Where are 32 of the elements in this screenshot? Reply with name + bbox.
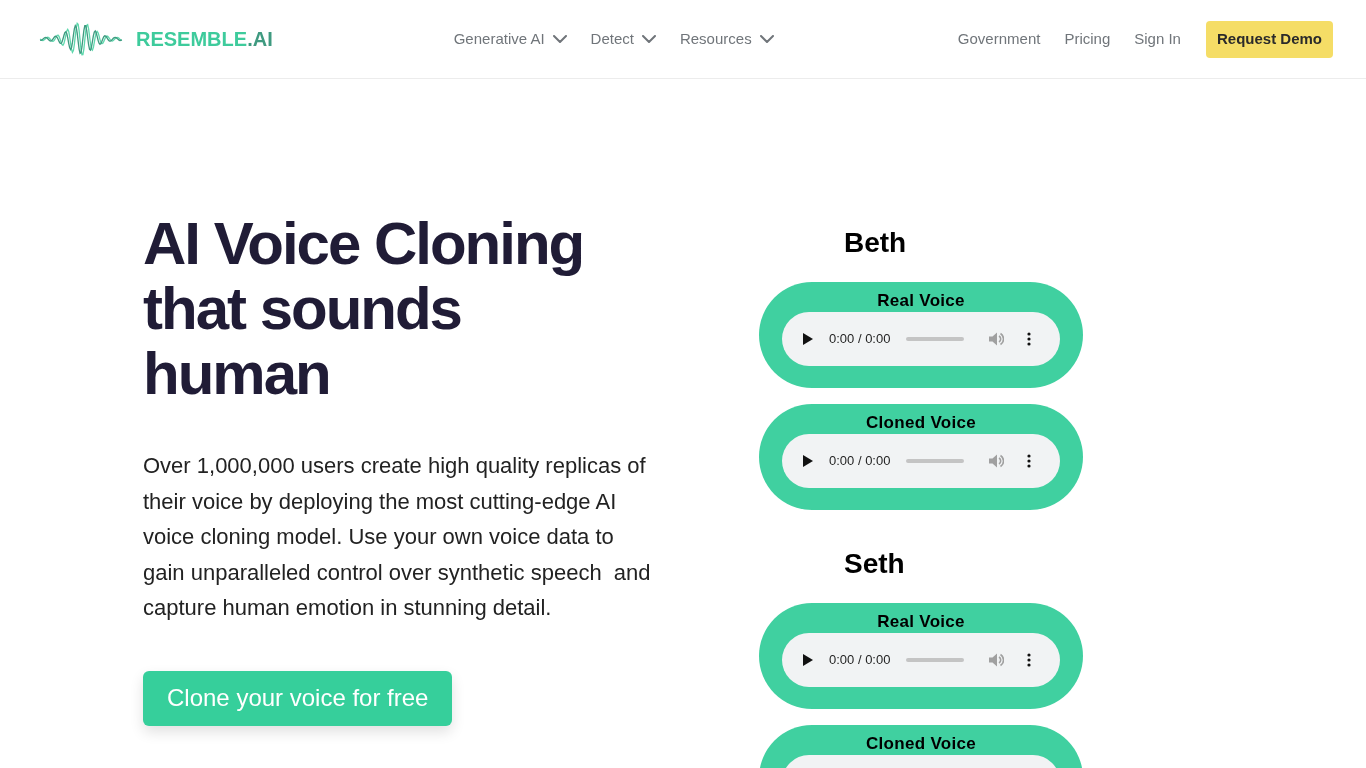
more-options-icon[interactable] (1027, 332, 1032, 346)
nav-dropdown[interactable]: Generative AI (453, 27, 567, 51)
time-display: 0:00 / 0:00 (829, 651, 891, 670)
nav-link[interactable]: Sign In (1134, 27, 1181, 51)
progress-track[interactable] (906, 658, 965, 662)
play-icon[interactable] (803, 333, 813, 345)
chevron-down-icon (641, 35, 656, 43)
hero-heading: AI Voice Cloning that sounds human (143, 211, 585, 406)
play-icon[interactable] (803, 455, 813, 467)
sample-label: Real Voice (877, 290, 965, 312)
request-demo-button[interactable]: Request Demo (1205, 20, 1333, 58)
chevron-down-icon (552, 35, 567, 43)
more-options-icon[interactable] (1027, 454, 1032, 468)
chevron-down-icon (759, 35, 774, 43)
sample-label: Cloned Voice (866, 412, 976, 434)
time-display: 0:00 / 0:00 (829, 452, 891, 471)
time-display: 0:00 / 0:00 (829, 330, 891, 349)
progress-track[interactable] (906, 459, 965, 463)
more-options-icon[interactable] (1027, 653, 1032, 667)
speaker-name: Seth (843, 548, 906, 580)
hero-description: Over 1,000,000 users create high quality replicas of their voice by deploying the most cutting-edge AI voice cloning model. Use your own voice data to gain unparalleled control over synthetic speech and capture human emotion in stunning detail. (143, 452, 652, 622)
speaker-name: Beth (843, 227, 908, 259)
play-icon[interactable] (803, 654, 813, 666)
waveform-logo-icon (38, 20, 124, 58)
nav-link[interactable]: Government (957, 27, 1041, 51)
nav-dropdown[interactable]: Resources (679, 27, 774, 51)
logo-text[interactable]: RESEMBLE.AI (136, 24, 273, 54)
nav-link[interactable]: Pricing (1064, 27, 1111, 51)
nav-dropdown[interactable]: Detect (590, 27, 656, 51)
progress-track[interactable] (906, 337, 965, 341)
sample-label: Cloned Voice (866, 733, 976, 755)
sample-label: Real Voice (877, 611, 965, 633)
